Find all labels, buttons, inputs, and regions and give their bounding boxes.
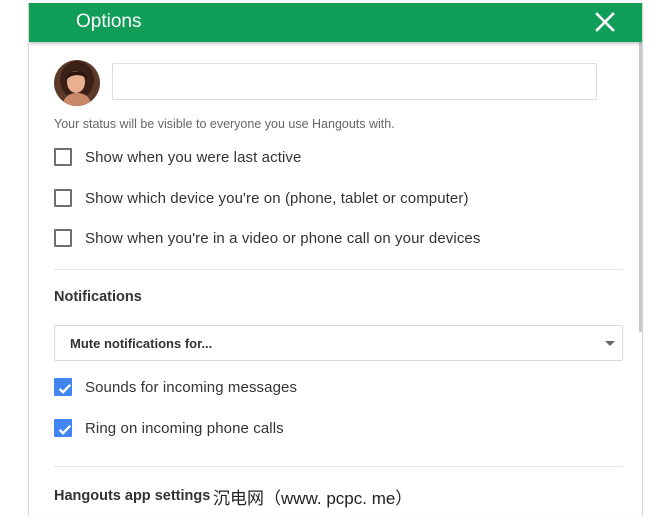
divider: [54, 466, 622, 467]
close-button[interactable]: [594, 11, 616, 33]
notifications-title: Notifications: [54, 289, 142, 305]
in-call-label: Show when you're in a video or phone cal…: [85, 229, 481, 247]
scrollbar[interactable]: [639, 42, 642, 332]
option-in-call[interactable]: Show when you're in a video or phone cal…: [54, 227, 480, 249]
chevron-down-icon: [605, 341, 615, 346]
mute-dropdown-value: Mute notifications for...: [70, 336, 213, 351]
in-call-checkbox[interactable]: [54, 229, 72, 247]
status-input[interactable]: [112, 63, 597, 100]
options-header: Options: [29, 3, 642, 42]
device-label: Show which device you're on (phone, tabl…: [85, 189, 469, 207]
last-active-label: Show when you were last active: [85, 148, 302, 166]
option-ring[interactable]: Ring on incoming phone calls: [54, 417, 284, 439]
mute-notifications-dropdown[interactable]: Mute notifications for...: [54, 325, 623, 361]
status-visibility-note: Your status will be visible to everyone …: [54, 117, 395, 131]
watermark: 沉电网（www. pcpc. me）: [213, 489, 413, 508]
close-icon: [595, 12, 615, 32]
options-title: Options: [76, 11, 142, 32]
option-last-active[interactable]: Show when you were last active: [54, 146, 301, 168]
sounds-label: Sounds for incoming messages: [85, 378, 298, 396]
ring-label: Ring on incoming phone calls: [85, 419, 284, 437]
ring-checkbox[interactable]: [54, 419, 72, 437]
options-panel: Options Your status will be visible to e…: [28, 3, 643, 516]
device-checkbox[interactable]: [54, 189, 72, 207]
checkmark-icon: [58, 424, 72, 435]
last-active-checkbox[interactable]: [54, 148, 72, 166]
option-sounds[interactable]: Sounds for incoming messages: [54, 376, 297, 398]
checkmark-icon: [58, 383, 72, 394]
divider: [54, 269, 622, 270]
avatar: [54, 60, 100, 106]
option-device[interactable]: Show which device you're on (phone, tabl…: [54, 187, 469, 209]
sounds-checkbox[interactable]: [54, 378, 72, 396]
hangouts-app-settings-title: Hangouts app settings: [54, 488, 211, 504]
